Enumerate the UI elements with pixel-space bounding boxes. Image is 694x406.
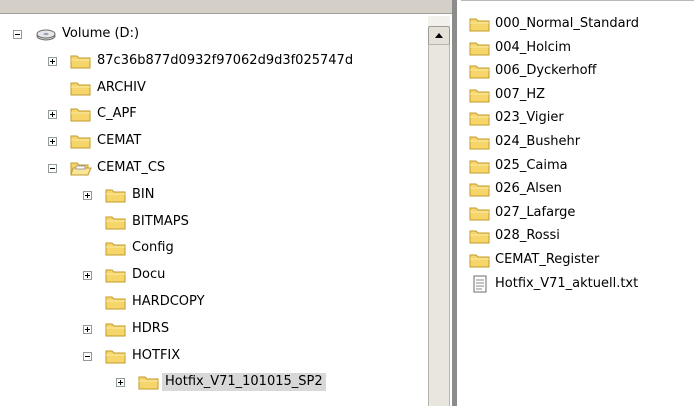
file-list-pane: 000_Normal_Standard 004_Holcim 006_Dyckerh… — [461, 0, 694, 406]
tree-item[interactable]: BIN — [0, 185, 428, 205]
expand-plus-icon[interactable] — [48, 110, 57, 120]
folder-icon — [138, 373, 160, 391]
collapse-minus-icon[interactable] — [83, 351, 92, 361]
folder-tree: Volume (D:) 87c36b877d0932f97062d9d3f0257… — [0, 0, 430, 406]
list-item-label: 004_Holcim — [495, 39, 572, 55]
list-item-label: Hotfix_V71_aktuell.txt — [495, 275, 639, 291]
expand-plus-icon[interactable] — [83, 324, 92, 334]
expand-plus-icon[interactable] — [83, 190, 92, 200]
folder-list-item[interactable]: 026_Alsen — [469, 178, 691, 200]
folder-icon — [70, 52, 92, 70]
tree-item[interactable]: CEMAT_CS — [0, 158, 428, 178]
scroll-up-button[interactable] — [428, 26, 450, 46]
tree-item[interactable]: 87c36b877d0932f97062d9d3f025747d — [0, 51, 428, 71]
folder-open-icon — [70, 159, 92, 177]
tree-item-label: HDRS — [132, 320, 170, 336]
list-item-label: 025_Caima — [495, 157, 568, 173]
folder-icon — [469, 251, 491, 269]
list-item-label: 007_HZ — [495, 86, 545, 102]
folder-icon — [469, 109, 491, 127]
folder-list-item[interactable]: 007_HZ — [469, 84, 691, 106]
collapse-minus-icon[interactable] — [13, 30, 22, 39]
tree-item[interactable]: ARCHIV — [0, 78, 428, 98]
expand-plus-icon[interactable] — [48, 137, 57, 147]
folder-icon — [469, 15, 491, 33]
list-item-label: 024_Bushehr — [495, 134, 581, 149]
folder-list-item[interactable]: CEMAT_Register — [469, 249, 691, 271]
file-list-item[interactable]: Hotfix_V71_aktuell.txt — [469, 273, 691, 295]
tree-item-label: Config — [132, 240, 174, 256]
folder-list-item[interactable]: 028_Rossi — [469, 225, 691, 247]
folder-list-item[interactable]: 004_Holcim — [469, 37, 691, 59]
tree-item-label: HARDCOPY — [132, 294, 205, 309]
tree-item-label: Docu — [132, 267, 166, 283]
folder-list-item[interactable]: 023_Vigier — [469, 107, 691, 129]
folder-icon — [105, 186, 127, 204]
list-item-label: 027_Lafarge — [495, 204, 576, 220]
tree-item[interactable]: HARDCOPY — [0, 292, 428, 312]
tree-item-label: C_APF — [97, 106, 137, 122]
folder-icon — [105, 213, 127, 231]
list-item-label: 000_Normal_Standard — [495, 16, 639, 31]
folder-icon — [105, 239, 127, 257]
collapse-minus-icon[interactable] — [48, 164, 57, 173]
list-item-label: 023_Vigier — [495, 110, 564, 126]
folder-icon — [105, 266, 127, 284]
expand-plus-icon[interactable] — [83, 271, 92, 281]
tree-item-label: 87c36b877d0932f97062d9d3f025747d — [97, 52, 354, 68]
tree-vertical-scrollbar[interactable] — [428, 16, 450, 406]
folder-icon — [469, 86, 491, 104]
tree-item-label: HOTFIX — [132, 347, 181, 363]
tree-item-label: Hotfix_V71_101015_SP2 — [162, 373, 326, 392]
folder-tree-pane: Volume (D:) 87c36b877d0932f97062d9d3f0257… — [0, 0, 457, 406]
list-item-label: 028_Rossi — [495, 228, 560, 244]
folder-icon — [469, 133, 491, 151]
list-pane-top-edge — [461, 0, 694, 8]
tree-item[interactable]: BITMAPS — [0, 212, 428, 232]
tree-item[interactable]: Hotfix_V71_101015_SP2 — [0, 372, 428, 392]
folder-icon — [469, 204, 491, 222]
folder-list-item[interactable]: 006_Dyckerhoff — [469, 60, 691, 82]
folder-list-item[interactable]: 000_Normal_Standard — [469, 13, 691, 35]
folder-icon — [469, 180, 491, 198]
drive-icon — [35, 25, 57, 43]
triangle-up-icon — [435, 33, 443, 38]
folder-icon — [469, 62, 491, 80]
folder-icon — [105, 347, 127, 365]
tree-item-label: BIN — [132, 186, 155, 202]
tree-item-label: BITMAPS — [132, 213, 189, 229]
tree-item[interactable]: HDRS — [0, 319, 428, 339]
tree-item-label: CEMAT — [97, 133, 142, 149]
text-file-icon — [469, 275, 491, 293]
list-item-label: 006_Dyckerhoff — [495, 63, 597, 79]
tree-item-label: ARCHIV — [97, 79, 146, 95]
list-item-label: CEMAT_Register — [495, 252, 600, 267]
tree-item[interactable]: Config — [0, 238, 428, 258]
tree-item[interactable]: CEMAT — [0, 131, 428, 151]
tree-item-label: Volume (D:) — [62, 26, 140, 41]
folder-icon — [70, 79, 92, 97]
scroll-thumb[interactable] — [428, 44, 450, 406]
expand-plus-icon[interactable] — [48, 56, 57, 66]
tree-item[interactable]: HOTFIX — [0, 346, 428, 366]
folder-icon — [469, 39, 491, 57]
folder-icon — [469, 157, 491, 175]
expand-plus-icon[interactable] — [116, 378, 125, 388]
pane-splitter[interactable] — [452, 0, 457, 406]
tree-item-label: CEMAT_CS — [97, 160, 166, 175]
folder-icon — [70, 132, 92, 150]
tree-item[interactable]: Volume (D:) — [0, 24, 428, 44]
tree-item[interactable]: Docu — [0, 265, 428, 285]
list-item-label: 026_Alsen — [495, 181, 562, 197]
folder-icon — [105, 320, 127, 338]
folder-icon — [469, 227, 491, 245]
folder-list-item[interactable]: 025_Caima — [469, 155, 691, 177]
folder-list-item[interactable]: 027_Lafarge — [469, 202, 691, 224]
folder-list-item[interactable]: 024_Bushehr — [469, 131, 691, 153]
folder-icon — [105, 293, 127, 311]
tree-item[interactable]: C_APF — [0, 104, 428, 124]
folder-icon — [70, 105, 92, 123]
